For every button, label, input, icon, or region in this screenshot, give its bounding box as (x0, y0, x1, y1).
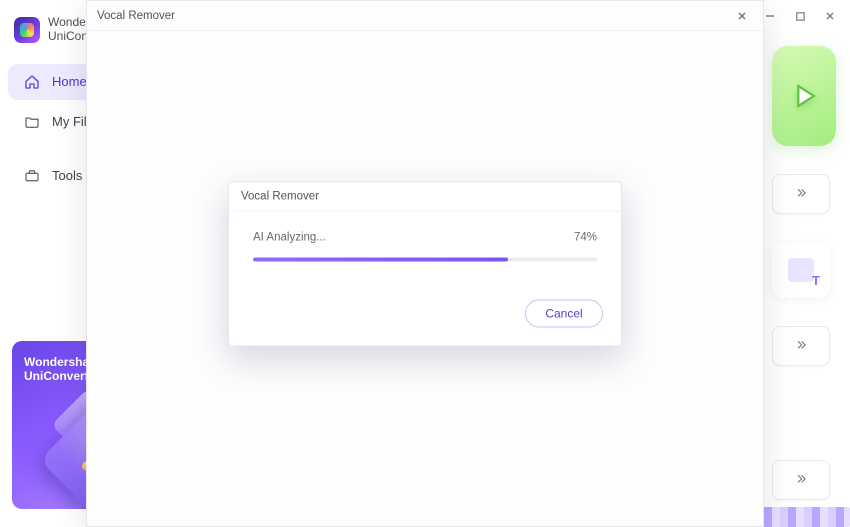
modal-title: Vocal Remover (97, 10, 175, 22)
progress-dialog: Vocal Remover AI Analyzing... 74% Cancel (228, 181, 622, 346)
progress-bar-fill (253, 257, 508, 261)
progress-dialog-actions: Cancel (229, 273, 621, 345)
progress-status-label: AI Analyzing... (253, 231, 326, 243)
modal-overlay: Vocal Remover Vocal Remover AI Analyzing… (0, 0, 850, 527)
vocal-remover-window: Vocal Remover Vocal Remover AI Analyzing… (86, 0, 764, 527)
cancel-button[interactable]: Cancel (525, 299, 603, 327)
progress-percent-label: 74% (574, 231, 597, 243)
modal-titlebar: Vocal Remover (87, 1, 763, 31)
modal-close-button[interactable] (731, 5, 753, 27)
progress-status-row: AI Analyzing... 74% (253, 231, 597, 243)
progress-dialog-title: Vocal Remover (229, 182, 621, 211)
close-icon (736, 10, 748, 22)
progress-bar (253, 257, 597, 261)
progress-dialog-body: AI Analyzing... 74% (229, 211, 621, 273)
